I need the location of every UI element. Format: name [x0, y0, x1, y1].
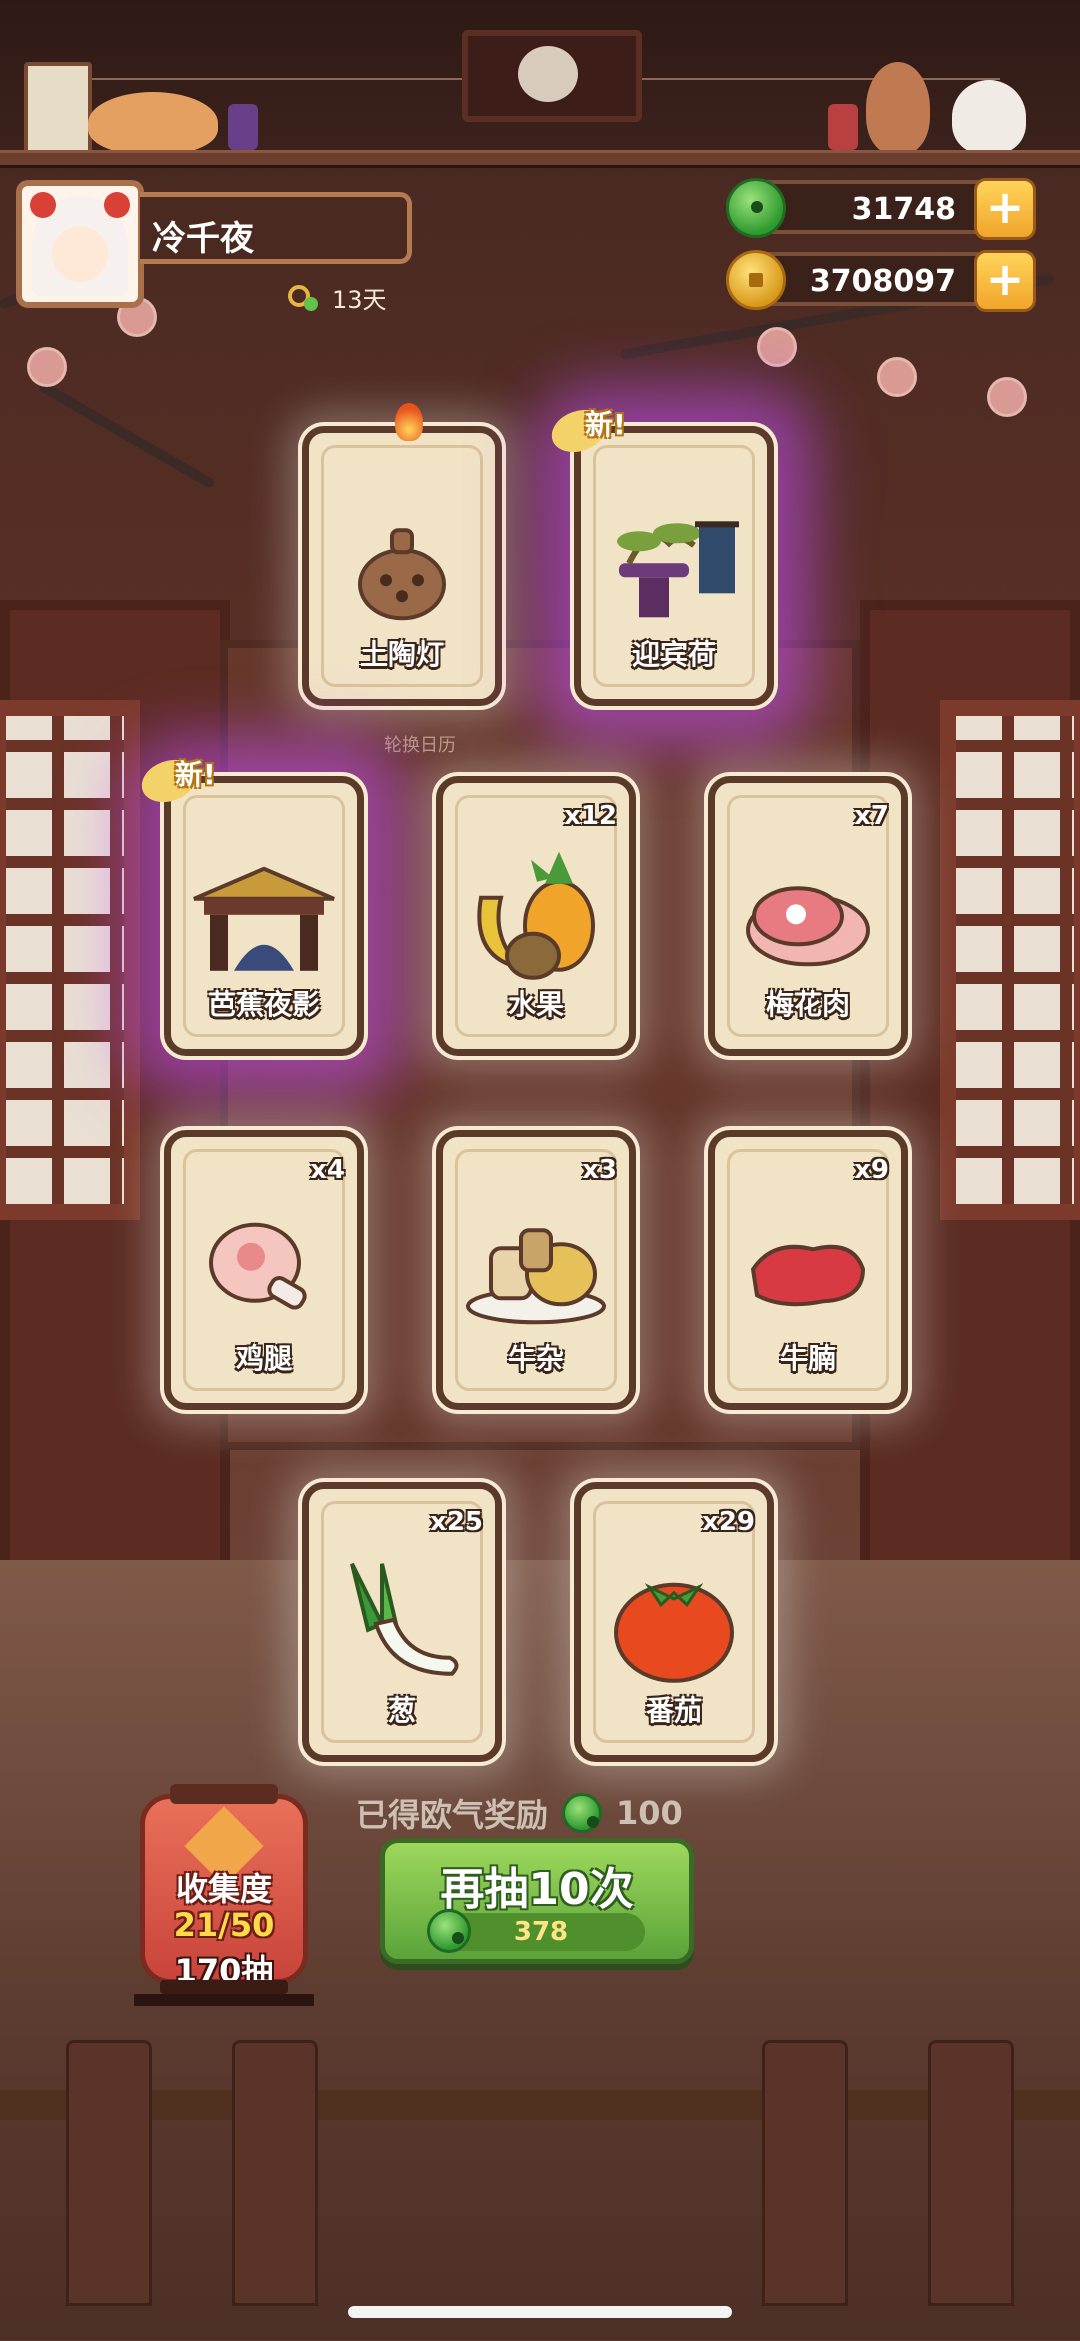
- paw-sign-icon: [24, 62, 92, 156]
- card-label: 水果: [507, 988, 564, 1021]
- luck-reward-label: 已得欧气奖励: [356, 1796, 549, 1834]
- small-vase-icon: [228, 104, 258, 150]
- card-label: 土陶灯: [359, 638, 444, 671]
- card-label: 葱: [387, 1694, 416, 1727]
- card-label: 迎宾荷: [631, 638, 716, 671]
- flame-icon: [395, 403, 423, 441]
- drumstick-icon: [199, 1212, 329, 1336]
- reward-card-pork[interactable]: x7 梅花肉: [708, 776, 908, 1056]
- collection-lantern-button[interactable]: 收集度 21/50 170抽: [134, 1784, 314, 2006]
- railing-post: [232, 2040, 318, 2306]
- scallion-icon: [332, 1553, 472, 1697]
- draw-again-label: 再抽10次: [440, 1864, 634, 1915]
- home-indicator[interactable]: [348, 2306, 732, 2318]
- railing-post: [762, 2040, 848, 2306]
- blossom-icon: [760, 330, 794, 364]
- collection-progress: 21/50: [173, 1906, 275, 1944]
- reward-card-tomato[interactable]: x29 番茄: [574, 1482, 774, 1762]
- card-quantity: x29: [702, 1507, 755, 1537]
- bonsai-display-icon: [599, 503, 749, 637]
- draw-cost: 378: [427, 1909, 645, 1953]
- white-cat-icon: [952, 80, 1026, 154]
- blossom-icon: [990, 380, 1024, 414]
- key-icon: [288, 283, 322, 313]
- player-name-plate: 冷千夜: [140, 192, 412, 264]
- railing-post: [928, 2040, 1014, 2306]
- card-quantity: x3: [582, 1155, 617, 1185]
- card-quantity: x9: [854, 1155, 889, 1185]
- railing-post: [66, 2040, 152, 2306]
- fruit-icon: [461, 847, 611, 991]
- left-lattice-window: [0, 700, 140, 1220]
- days-label: 13天: [332, 286, 387, 314]
- draw-again-button[interactable]: 再抽10次 378: [380, 1838, 694, 1964]
- coin-icon: [726, 250, 786, 310]
- new-badge: 新!: [545, 397, 671, 460]
- reward-card-scallion[interactable]: x25 葱: [302, 1482, 502, 1762]
- reward-card-pavilion[interactable]: 新! 芭蕉夜影: [135, 752, 364, 1056]
- reward-card-beef-brisket[interactable]: x9 牛腩: [708, 1130, 908, 1410]
- card-label: 牛杂: [507, 1342, 564, 1375]
- reward-card-drumstick[interactable]: x4 鸡腿: [164, 1130, 364, 1410]
- card-label: 牛腩: [779, 1342, 836, 1375]
- hanging-rope: [630, 78, 1000, 80]
- add-coins-button[interactable]: +: [974, 250, 1036, 312]
- player-name: 冷千夜: [152, 219, 254, 259]
- jade-icon: [562, 1793, 603, 1833]
- reward-card-clay-lamp[interactable]: 土陶灯: [302, 403, 502, 706]
- add-jade-button[interactable]: +: [974, 178, 1036, 240]
- card-label: 番茄: [645, 1694, 702, 1727]
- card-quantity: x12: [564, 801, 617, 831]
- wooden-shelf: [0, 150, 1080, 168]
- clay-lamp-icon: [352, 514, 452, 628]
- beef-offal-icon: [461, 1218, 611, 1332]
- railing: [0, 2090, 1080, 2120]
- chef-character-icon: [866, 62, 930, 154]
- card-label: 芭蕉夜影: [207, 988, 320, 1021]
- pork-icon: [738, 864, 878, 978]
- login-days: 13天: [288, 280, 387, 315]
- jade-icon: [726, 178, 786, 238]
- right-lattice-window: [940, 700, 1080, 1220]
- reward-card-beef-offal[interactable]: x3 牛杂: [436, 1130, 636, 1410]
- luck-reward-value: 100: [616, 1794, 683, 1832]
- hanging-scroll-portrait: [462, 30, 642, 122]
- jade-amount: 31748: [851, 192, 956, 227]
- card-quantity: x7: [854, 801, 889, 831]
- small-vase-icon: [828, 104, 858, 150]
- rotation-calendar-hint: 轮换日历: [384, 735, 456, 756]
- jade-balance: 31748 +: [726, 178, 1036, 240]
- hanging-rope: [90, 78, 470, 80]
- coin-amount: 3708097: [809, 264, 956, 299]
- tomato-icon: [609, 1564, 739, 1688]
- card-quantity: x25: [430, 1507, 483, 1537]
- blossom-icon: [30, 350, 64, 384]
- sleeping-cat-icon: [88, 92, 218, 154]
- card-label: 梅花肉: [765, 988, 850, 1021]
- new-badge: 新!: [135, 747, 261, 810]
- card-label: 鸡腿: [235, 1342, 292, 1375]
- collection-title: 收集度: [175, 1870, 272, 1908]
- player-avatar[interactable]: [16, 180, 144, 308]
- reward-card-bonsai[interactable]: 新! 迎宾荷: [545, 402, 774, 706]
- pavilion-gate-icon: [184, 858, 344, 982]
- draw-cost-value: 378: [513, 1917, 569, 1947]
- coin-balance: 3708097 +: [726, 250, 1036, 312]
- beef-brisket-icon: [743, 1229, 873, 1323]
- blossom-icon: [880, 360, 914, 394]
- luck-reward-line: 已得欧气奖励 100: [356, 1790, 683, 1836]
- reward-card-fruit[interactable]: x12 水果: [436, 776, 636, 1056]
- blossom-branch: [37, 380, 216, 490]
- card-quantity: x4: [310, 1155, 345, 1185]
